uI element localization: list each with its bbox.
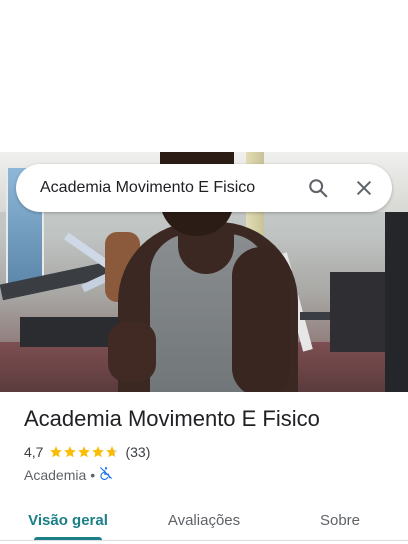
blank-area	[0, 0, 408, 152]
photo-thumbs-up	[108, 322, 156, 382]
search-bar[interactable]: Academia Movimento E Fisico	[16, 164, 392, 212]
divider	[0, 540, 408, 541]
tab-bar: Visão geral Avaliações Sobre	[0, 496, 408, 544]
not-wheelchair-accessible-icon	[99, 466, 113, 483]
category-row: Academia •	[24, 466, 113, 483]
place-title: Academia Movimento E Fisico	[24, 406, 320, 431]
close-icon[interactable]	[344, 168, 384, 208]
tab-label: Visão geral	[28, 511, 108, 529]
tab-label: Avaliações	[167, 511, 241, 529]
star-icon	[49, 445, 63, 459]
review-count[interactable]: (33)	[125, 444, 150, 460]
star-icon	[105, 445, 119, 459]
tab-overview[interactable]: Visão geral	[0, 496, 136, 544]
star-rating	[49, 445, 119, 459]
tab-label: Sobre	[319, 511, 361, 529]
rating-value: 4,7	[24, 444, 44, 460]
star-icon	[63, 445, 77, 459]
tab-reviews[interactable]: Avaliações	[136, 496, 272, 544]
place-category: Academia	[24, 466, 87, 483]
photo-machine	[20, 317, 120, 347]
photo-machine	[385, 212, 408, 392]
separator: •	[90, 466, 96, 483]
star-icon	[77, 445, 91, 459]
photo-machine	[330, 272, 390, 352]
search-input[interactable]: Academia Movimento E Fisico	[40, 179, 298, 197]
photo-man-arm	[232, 247, 290, 392]
rating-row[interactable]: 4,7 (33)	[24, 444, 150, 460]
star-icon	[91, 445, 105, 459]
tab-about[interactable]: Sobre	[272, 496, 408, 544]
search-icon[interactable]	[298, 168, 338, 208]
